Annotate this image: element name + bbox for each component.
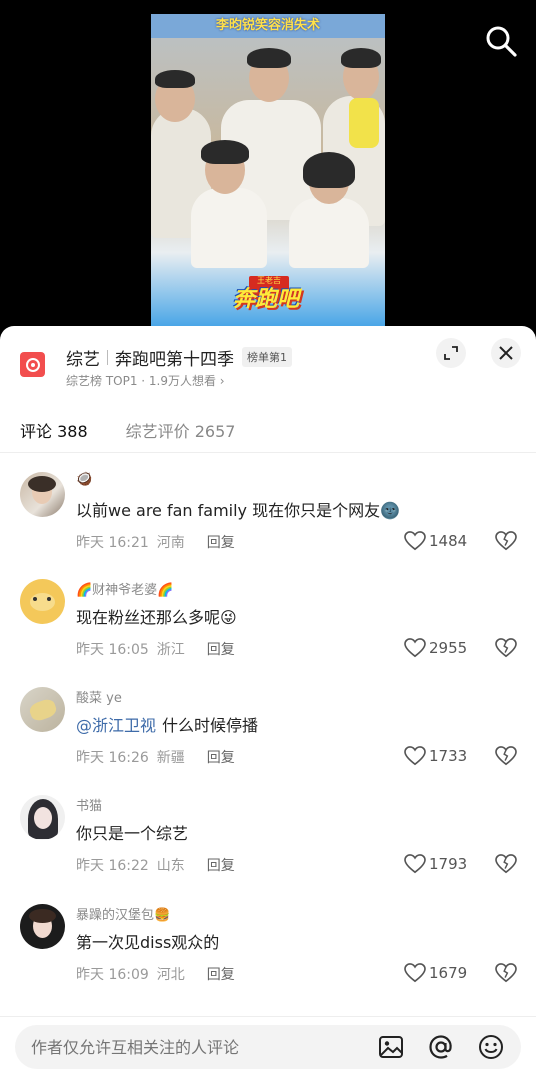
search-icon — [486, 26, 517, 57]
tab-comments[interactable]: 评论 388 — [20, 418, 88, 442]
avatar[interactable] — [20, 579, 65, 624]
heart-icon — [404, 963, 426, 983]
comment-time: 昨天 16:09 — [76, 967, 149, 983]
close-icon — [499, 346, 513, 360]
dislike-button[interactable] — [495, 963, 517, 987]
avatar[interactable] — [20, 472, 65, 517]
like-button[interactable]: 1679 — [404, 963, 467, 983]
comment-text-body: 什么时候停播 — [162, 716, 259, 735]
tab-bar: 评论 388 综艺评价 2657 — [20, 418, 273, 442]
show-category: 综艺 — [66, 349, 100, 370]
comment-meta: 昨天 16:05 浙江 回复 — [76, 639, 235, 659]
comment-username[interactable]: 暴躁的汉堡包🍔 — [76, 904, 170, 923]
reply-button[interactable]: 回复 — [207, 964, 235, 984]
video-people — [151, 38, 385, 268]
like-count: 1484 — [429, 532, 468, 550]
reply-button[interactable]: 回复 — [207, 639, 235, 659]
comment-text: @浙江卫视 什么时候停播 — [76, 712, 258, 736]
video-frame[interactable]: 李昀锐笑容消失术 王老吉 奔跑吧 — [151, 14, 385, 332]
like-button[interactable]: 1733 — [404, 746, 467, 766]
like-button[interactable]: 2955 — [404, 638, 467, 658]
like-count: 1733 — [429, 747, 468, 765]
mention-link[interactable]: @浙江卫视 — [76, 712, 156, 736]
dislike-button[interactable] — [495, 638, 517, 662]
broken-heart-icon — [495, 531, 517, 551]
tab-divider — [0, 452, 536, 453]
comment-location: 山东 — [156, 858, 185, 874]
search-button[interactable] — [484, 24, 518, 58]
show-name: 奔跑吧第十四季 — [115, 349, 234, 370]
comment-meta: 昨天 16:09 河北 回复 — [76, 964, 235, 984]
reply-button[interactable]: 回复 — [207, 532, 235, 552]
avatar[interactable] — [20, 795, 65, 840]
video-area[interactable]: 李昀锐笑容消失术 王老吉 奔跑吧 — [0, 0, 536, 332]
comment-time: 昨天 16:22 — [76, 858, 149, 874]
comment-item: 🌈财神爷老婆🌈 现在粉丝还那么多呢😜 昨天 16:05 浙江 回复 2955 — [0, 579, 536, 679]
comment-time: 昨天 16:21 — [76, 535, 149, 551]
comment-text: 你只是一个综艺 — [76, 824, 189, 843]
comment-text: 以前we are fan family 现在你只是个网友🌚 — [76, 501, 401, 520]
comment-time: 昨天 16:26 — [76, 750, 149, 766]
comment-item: 酸菜 ye @浙江卫视 什么时候停播 昨天 16:26 新疆 回复 1733 — [0, 687, 536, 787]
heart-icon — [404, 638, 426, 658]
like-count: 1793 — [429, 855, 468, 873]
avatar[interactable] — [20, 687, 65, 732]
heart-icon — [404, 531, 426, 551]
show-logo: 奔跑吧 — [232, 287, 299, 312]
like-button[interactable]: 1793 — [404, 854, 467, 874]
dislike-button[interactable] — [495, 746, 517, 770]
comment-username[interactable]: 🥥 — [76, 472, 92, 487]
comment-meta: 昨天 16:22 山东 回复 — [76, 855, 235, 875]
emoji-icon — [479, 1035, 503, 1059]
title-divider — [107, 349, 108, 365]
like-count: 1679 — [429, 964, 468, 982]
show-icon[interactable] — [20, 352, 45, 377]
variety-show-icon — [25, 357, 40, 372]
comment-location: 浙江 — [156, 642, 185, 658]
tab-show-reviews[interactable]: 综艺评价 2657 — [126, 418, 236, 442]
avatar[interactable] — [20, 904, 65, 949]
image-button[interactable] — [378, 1034, 404, 1060]
comment-text: 第一次见diss观众的 — [76, 933, 220, 952]
mention-button[interactable] — [428, 1034, 454, 1060]
close-button[interactable] — [491, 338, 521, 368]
heart-icon — [404, 746, 426, 766]
rank-badge: 榜单第1 — [242, 347, 292, 367]
broken-heart-icon — [495, 854, 517, 874]
comment-input-bar — [0, 1016, 536, 1079]
comment-username[interactable]: 书猫 — [76, 795, 102, 814]
comment-username[interactable]: 🌈财神爷老婆🌈 — [76, 579, 173, 598]
comment-sheet: 综艺 奔跑吧第十四季 榜单第1 综艺榜 TOP1 · 1.9万人想看 › 评论 … — [0, 326, 536, 1079]
like-button[interactable]: 1484 — [404, 531, 467, 551]
comment-item: 🥥 以前we are fan family 现在你只是个网友🌚 昨天 16:21… — [0, 472, 536, 572]
comment-location: 河北 — [156, 967, 185, 983]
comment-location: 新疆 — [156, 750, 185, 766]
comment-location: 河南 — [156, 535, 185, 551]
image-icon — [379, 1036, 403, 1058]
dislike-button[interactable] — [495, 854, 517, 878]
comment-time: 昨天 16:05 — [76, 642, 149, 658]
show-title-row[interactable]: 综艺 奔跑吧第十四季 榜单第1 — [66, 344, 292, 370]
broken-heart-icon — [495, 638, 517, 658]
heart-icon — [404, 854, 426, 874]
like-count: 2955 — [429, 639, 468, 657]
at-icon — [429, 1035, 452, 1059]
expand-button[interactable] — [436, 338, 466, 368]
comment-text: 现在粉丝还那么多呢😜 — [76, 608, 237, 627]
dislike-button[interactable] — [495, 531, 517, 555]
comment-username[interactable]: 酸菜 ye — [76, 687, 122, 706]
comment-item: 书猫 你只是一个综艺 昨天 16:22 山东 回复 1793 — [0, 795, 536, 895]
broken-heart-icon — [495, 746, 517, 766]
emoji-button[interactable] — [478, 1034, 504, 1060]
comment-item: 暴躁的汉堡包🍔 第一次见diss观众的 昨天 16:09 河北 回复 1679 — [0, 904, 536, 1004]
show-subtitle[interactable]: 综艺榜 TOP1 · 1.9万人想看 › — [66, 372, 225, 389]
reply-button[interactable]: 回复 — [207, 747, 235, 767]
comment-meta: 昨天 16:26 新疆 回复 — [76, 747, 235, 767]
broken-heart-icon — [495, 963, 517, 983]
video-caption: 李昀锐笑容消失术 — [151, 14, 385, 38]
expand-icon — [444, 346, 458, 360]
comment-meta: 昨天 16:21 河南 回复 — [76, 532, 235, 552]
reply-button[interactable]: 回复 — [207, 855, 235, 875]
